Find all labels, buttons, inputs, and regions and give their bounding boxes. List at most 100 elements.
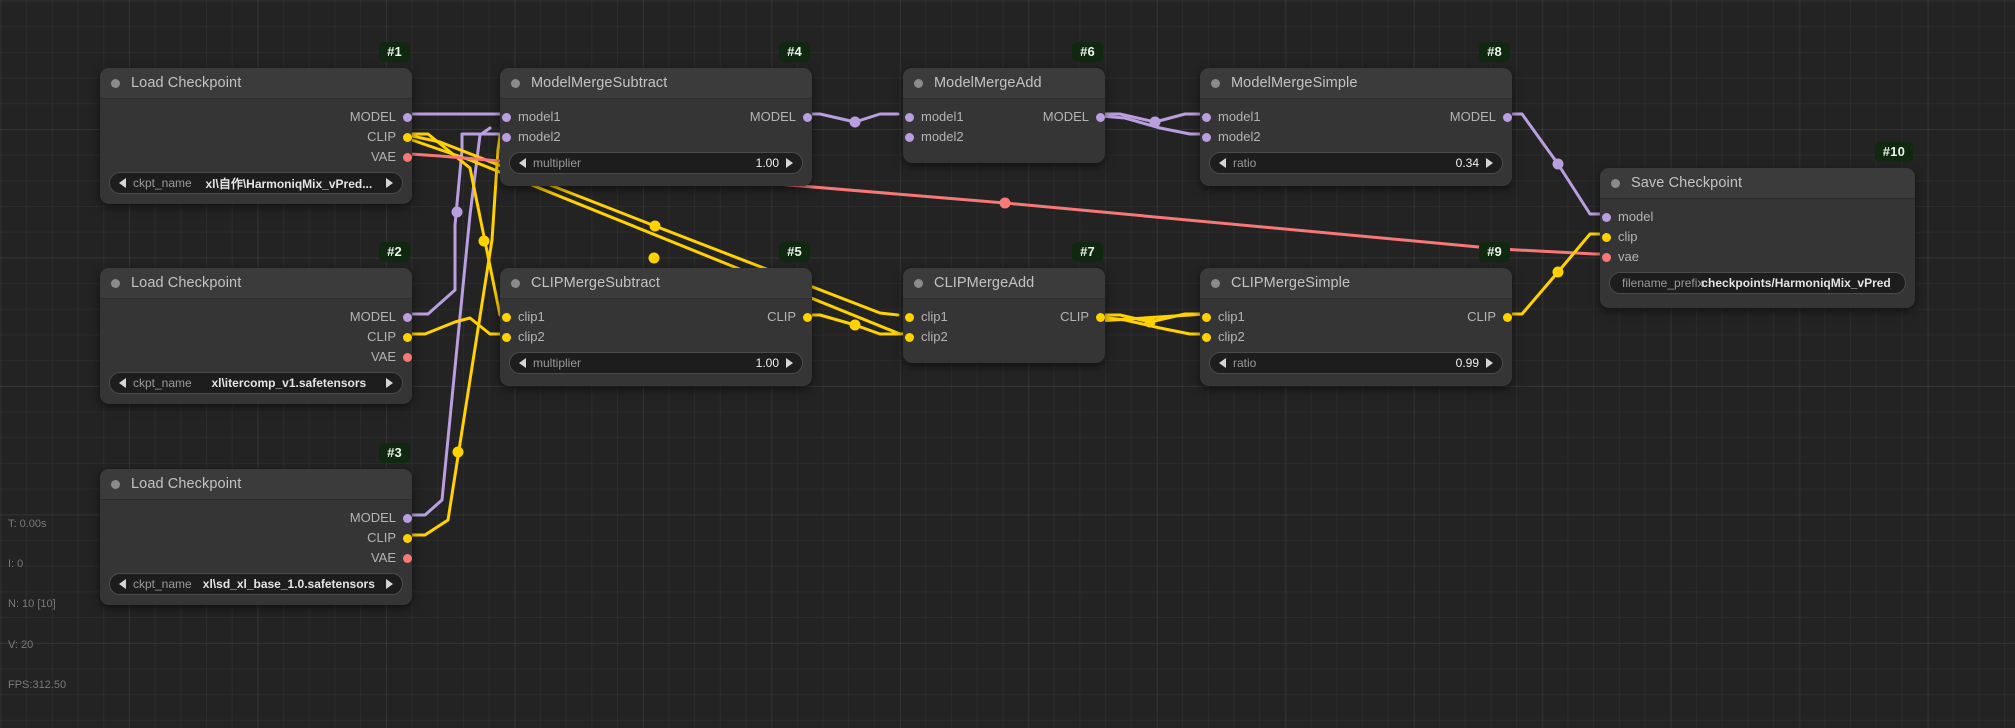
widget-ckpt-name[interactable]: ckpt_name xl\itercomp_v1.safetensors [109,372,403,394]
input-slot-clip[interactable]: clip [1600,227,1915,247]
clip-port-icon[interactable] [1602,233,1611,242]
input-slot-model2[interactable]: model2 [1200,127,1512,147]
model-output-port-icon[interactable] [1096,113,1105,122]
vae-port-icon[interactable] [403,353,412,362]
increment-arrow-icon[interactable] [786,158,793,168]
model-port-icon[interactable] [905,113,914,122]
input-slot-model2[interactable]: model2 [500,127,812,147]
node-header[interactable]: ModelMergeAdd [903,68,1105,99]
model-port-icon[interactable] [502,133,511,142]
collapse-dot-icon[interactable] [111,78,120,88]
node-header[interactable]: Load Checkpoint [100,469,412,500]
output-slot-vae[interactable]: VAE [100,347,412,367]
node-header[interactable]: Load Checkpoint [100,68,412,99]
widget-multiplier[interactable]: multiplier 1.00 [509,352,803,374]
clip-port-icon[interactable] [403,133,412,142]
widget-value[interactable]: xl\itercomp_v1.safetensors [211,376,366,390]
node-graph-canvas[interactable]: #1 Load Checkpoint MODEL CLIP VAE ckpt_n… [0,0,2015,728]
input-slot-model1[interactable]: model1 MODEL [903,107,1105,127]
model-port-icon[interactable] [403,113,412,122]
output-slot-model[interactable]: MODEL [100,107,412,127]
clip-output-port-icon[interactable] [1503,313,1512,322]
collapse-dot-icon[interactable] [914,78,923,88]
node-modelmergesubtract-4[interactable]: #4 ModelMergeSubtract model1 MODEL model… [500,42,812,186]
node-header[interactable]: Load Checkpoint [100,268,412,299]
widget-value[interactable]: 0.34 [1456,156,1479,170]
input-slot-clip1[interactable]: clip1 CLIP [1200,307,1512,327]
output-slot-clip[interactable]: CLIP [100,327,412,347]
widget-filename-prefix[interactable]: filename_prefix checkpoints/HarmoniqMix_… [1609,272,1906,294]
widget-value[interactable]: 1.00 [756,156,779,170]
node-header[interactable]: CLIPMergeSimple [1200,268,1512,299]
clip-port-icon[interactable] [403,333,412,342]
widget-ratio[interactable]: ratio 0.99 [1209,352,1503,374]
model-port-icon[interactable] [403,514,412,523]
input-slot-clip2[interactable]: clip2 [903,327,1105,347]
model-port-icon[interactable] [1602,213,1611,222]
vae-port-icon[interactable] [403,554,412,563]
output-slot-clip[interactable]: CLIP [100,528,412,548]
widget-value[interactable]: xl\自作\HarmoniqMix_vPred... [205,175,372,192]
node-clipmergesimple-9[interactable]: #9 CLIPMergeSimple clip1 CLIP clip2 rati… [1200,242,1512,386]
input-slot-clip2[interactable]: clip2 [1200,327,1512,347]
input-slot-model[interactable]: model [1600,207,1915,227]
decrement-arrow-icon[interactable] [519,358,526,368]
vae-port-icon[interactable] [403,153,412,162]
clip-port-icon[interactable] [502,313,511,322]
increment-arrow-icon[interactable] [386,579,393,589]
output-slot-clip[interactable]: CLIP [100,127,412,147]
collapse-dot-icon[interactable] [111,479,120,489]
widget-ckpt-name[interactable]: ckpt_name xl\sd_xl_base_1.0.safetensors [109,573,403,595]
decrement-arrow-icon[interactable] [1219,158,1226,168]
input-slot-vae[interactable]: vae [1600,247,1915,267]
model-port-icon[interactable] [502,113,511,122]
node-load-checkpoint-3[interactable]: #3 Load Checkpoint MODEL CLIP VAE ckpt_n… [100,443,412,605]
input-slot-model1[interactable]: model1 MODEL [500,107,812,127]
widget-ckpt-name[interactable]: ckpt_name xl\自作\HarmoniqMix_vPred... [109,172,403,194]
clip-port-icon[interactable] [1202,333,1211,342]
collapse-dot-icon[interactable] [914,278,923,288]
collapse-dot-icon[interactable] [511,78,520,88]
widget-value[interactable]: 1.00 [756,356,779,370]
node-clipmergeadd-7[interactable]: #7 CLIPMergeAdd clip1 CLIP clip2 [903,242,1105,363]
node-load-checkpoint-1[interactable]: #1 Load Checkpoint MODEL CLIP VAE ckpt_n… [100,42,412,204]
node-header[interactable]: ModelMergeSimple [1200,68,1512,99]
collapse-dot-icon[interactable] [1211,78,1220,88]
widget-multiplier[interactable]: multiplier 1.00 [509,152,803,174]
clip-port-icon[interactable] [905,333,914,342]
node-load-checkpoint-2[interactable]: #2 Load Checkpoint MODEL CLIP VAE ckpt_n… [100,242,412,404]
clip-port-icon[interactable] [403,534,412,543]
decrement-arrow-icon[interactable] [119,579,126,589]
clip-output-port-icon[interactable] [803,313,812,322]
model-output-port-icon[interactable] [803,113,812,122]
increment-arrow-icon[interactable] [385,378,393,388]
widget-value[interactable]: 0.99 [1456,356,1479,370]
node-header[interactable]: CLIPMergeSubtract [500,268,812,299]
decrement-arrow-icon[interactable] [119,378,126,388]
node-header[interactable]: ModelMergeSubtract [500,68,812,99]
model-port-icon[interactable] [1202,113,1211,122]
widget-value[interactable]: checkpoints/HarmoniqMix_vPred_ [1701,276,1891,290]
decrement-arrow-icon[interactable] [519,158,526,168]
node-modelmergesimple-8[interactable]: #8 ModelMergeSimple model1 MODEL model2 … [1200,42,1512,186]
output-slot-vae[interactable]: VAE [100,548,412,568]
clip-port-icon[interactable] [502,333,511,342]
increment-arrow-icon[interactable] [385,178,393,188]
node-header[interactable]: Save Checkpoint [1600,168,1915,199]
collapse-dot-icon[interactable] [511,278,520,288]
clip-port-icon[interactable] [1202,313,1211,322]
increment-arrow-icon[interactable] [1486,158,1493,168]
input-slot-model1[interactable]: model1 MODEL [1200,107,1512,127]
input-slot-clip2[interactable]: clip2 [500,327,812,347]
collapse-dot-icon[interactable] [111,278,120,288]
input-slot-clip1[interactable]: clip1 CLIP [500,307,812,327]
output-slot-model[interactable]: MODEL [100,307,412,327]
increment-arrow-icon[interactable] [1486,358,1493,368]
decrement-arrow-icon[interactable] [119,178,126,188]
widget-ratio[interactable]: ratio 0.34 [1209,152,1503,174]
collapse-dot-icon[interactable] [1211,278,1220,288]
clip-port-icon[interactable] [905,313,914,322]
increment-arrow-icon[interactable] [786,358,793,368]
vae-port-icon[interactable] [1602,253,1611,262]
clip-output-port-icon[interactable] [1096,313,1105,322]
